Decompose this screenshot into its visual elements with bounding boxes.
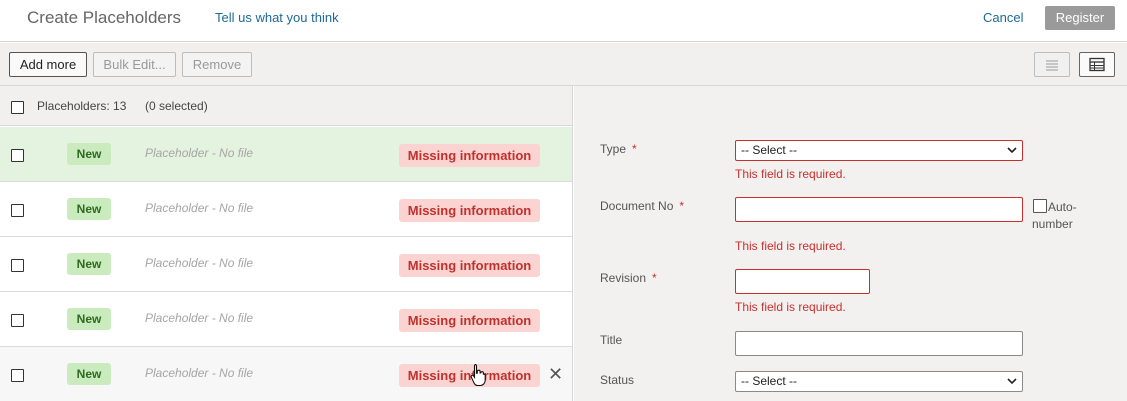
title-input[interactable] [735,331,1023,356]
placeholder-name: Placeholder - No file [145,311,254,325]
placeholder-name: Placeholder - No file [145,256,254,270]
status-select[interactable]: -- Select -- [735,371,1023,392]
placeholder-form: Type * -- Select -- This field is require… [574,86,1127,401]
missing-info-badge: Missing information [399,254,540,277]
page-title: Create Placeholders [27,8,182,27]
selected-count: (0 selected) [145,99,208,113]
page-header: Create Placeholders Tell us what you thi… [0,0,1127,42]
list-header: Placeholders: 13 (0 selected) [0,86,572,126]
row-checkbox[interactable] [11,369,24,382]
chevron-down-icon [1007,378,1017,385]
table-view-icon [1089,57,1105,72]
list-item[interactable]: New Placeholder - No file Missing inform… [0,127,572,182]
list-item[interactable]: New Placeholder - No file Missing inform… [0,237,572,292]
feedback-link[interactable]: Tell us what you think [215,10,339,25]
list-item[interactable]: New Placeholder - No file Missing inform… [0,347,572,401]
title-label: Title [600,333,623,347]
bulk-edit-button[interactable]: Bulk Edit... [93,52,176,77]
row-checkbox[interactable] [11,149,24,162]
missing-info-badge: Missing information [399,309,540,332]
status-label: Status [600,373,635,387]
type-error: This field is required. [735,167,846,181]
cancel-button[interactable]: Cancel [983,10,1023,25]
table-view-button[interactable] [1079,52,1115,77]
row-checkbox[interactable] [11,259,24,272]
list-item[interactable]: New Placeholder - No file Missing inform… [0,292,572,347]
revision-input[interactable] [735,269,870,294]
list-view-icon [1046,60,1058,71]
list-item[interactable]: New Placeholder - No file Missing inform… [0,182,572,237]
list-view-button[interactable] [1034,52,1070,77]
type-label: Type * [600,142,637,156]
required-marker: * [632,142,637,156]
remove-button[interactable]: Remove [182,52,252,77]
required-marker: * [679,199,685,213]
required-marker: * [652,271,657,285]
placeholder-name: Placeholder - No file [145,366,254,380]
status-badge: New [67,308,111,330]
status-badge: New [67,363,111,385]
missing-info-badge: Missing information [399,144,540,167]
toolbar: Add more Bulk Edit... Remove [0,43,1127,86]
status-badge: New [67,143,111,165]
placeholder-name: Placeholder - No file [145,146,254,160]
status-badge: New [67,253,111,275]
select-all-checkbox[interactable] [11,101,24,114]
document-no-label: Document No * [600,199,685,213]
type-select[interactable]: -- Select -- [735,140,1023,161]
document-no-error: This field is required. [735,239,846,253]
close-icon[interactable]: ✕ [548,364,563,384]
register-button[interactable]: Register [1045,6,1115,30]
row-checkbox[interactable] [11,314,24,327]
revision-error: This field is required. [735,300,846,314]
document-no-input[interactable] [735,197,1023,222]
row-checkbox[interactable] [11,204,24,217]
revision-label: Revision * [600,271,657,285]
status-badge: New [67,198,111,220]
hand-cursor-icon [470,363,486,387]
add-more-button[interactable]: Add more [9,52,87,77]
missing-info-badge: Missing information [399,199,540,222]
placeholder-count: Placeholders: 13 [37,99,127,113]
auto-number-label: Auto-number [1032,200,1077,231]
placeholder-name: Placeholder - No file [145,201,254,215]
chevron-down-icon [1007,147,1017,154]
placeholder-list: Placeholders: 13 (0 selected) New Placeh… [0,86,573,401]
